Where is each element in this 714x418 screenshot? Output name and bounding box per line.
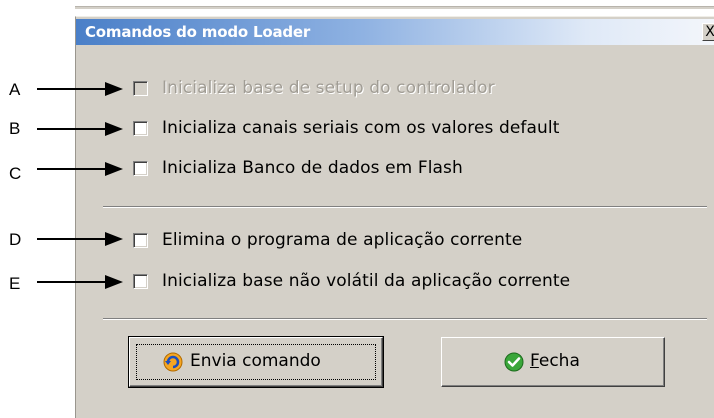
close-button[interactable]: Fecha [441, 337, 665, 387]
arrow-d-icon [37, 232, 123, 246]
checkbox-init-nonvolatile-base[interactable] [133, 274, 148, 289]
close-window-button[interactable]: X [702, 23, 714, 41]
refresh-icon [163, 352, 183, 372]
close-accelerator: F [530, 351, 539, 371]
window-title: Comandos do modo Loader [85, 23, 311, 41]
annotation-e: E [9, 274, 21, 293]
send-command-button[interactable]: Envia comando [128, 336, 384, 388]
close-button-label: Fecha [530, 351, 580, 371]
arrow-a-icon [37, 82, 123, 96]
arrow-c-icon [37, 162, 123, 176]
checkbox-init-flash-database[interactable] [133, 161, 148, 176]
annotation-b: B [9, 119, 21, 138]
arrow-b-icon [37, 122, 123, 136]
annotation-a: A [9, 80, 21, 99]
option-label-init-setup-base: Inicializa base de setup do controlador [162, 78, 495, 98]
send-command-label: Envia comando [190, 351, 321, 371]
background-window-edge [75, 6, 714, 9]
close-label-rest: echa [538, 351, 580, 371]
checkbox-init-setup-base[interactable] [133, 81, 148, 96]
checkmark-icon [504, 352, 524, 372]
option-label-init-flash-database: Inicializa Banco de dados em Flash [162, 158, 463, 178]
title-bar[interactable]: Comandos do modo Loader [76, 19, 714, 45]
option-label-delete-application: Elimina o programa de aplicação corrente [162, 230, 523, 250]
arrow-e-icon [37, 275, 123, 289]
option-label-init-nonvolatile-base: Inicializa base não volátil da aplicação… [162, 271, 571, 291]
annotation-c: C [9, 164, 22, 183]
separator-top [103, 206, 707, 208]
separator-bottom [103, 318, 707, 320]
checkbox-delete-application[interactable] [133, 233, 148, 248]
checkbox-init-serial-channels[interactable] [133, 121, 148, 136]
annotation-d: D [9, 230, 22, 249]
option-label-init-serial-channels: Inicializa canais seriais com os valores… [162, 118, 560, 138]
